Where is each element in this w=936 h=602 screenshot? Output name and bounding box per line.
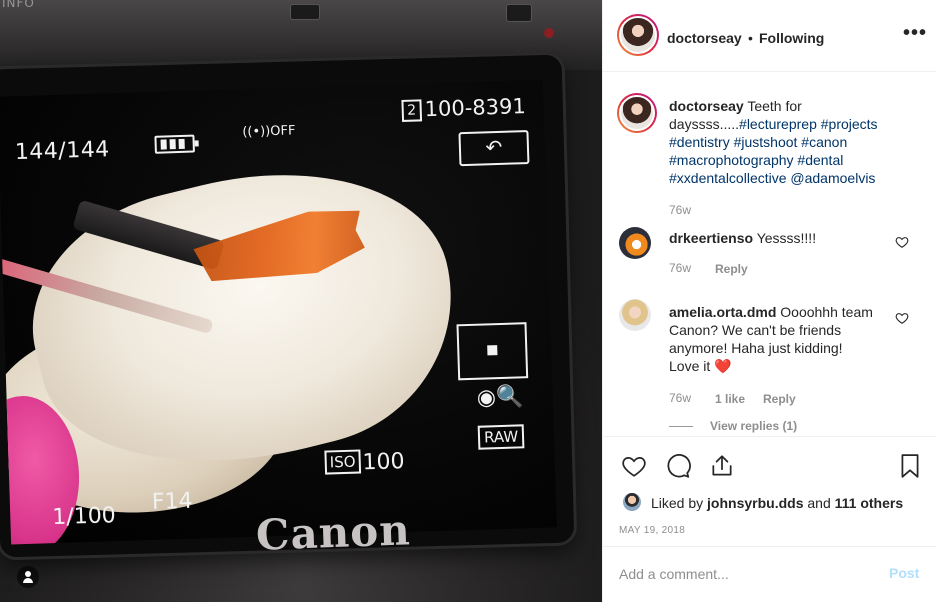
- liker-avatar[interactable]: [623, 493, 641, 511]
- author-avatar[interactable]: [617, 14, 659, 56]
- post-modal: INFO 144/144 ((•))OFF 2 100-8391 ↶ ◉🔍 RAW…: [0, 0, 936, 602]
- comment-text: Love it ❤️: [669, 358, 732, 374]
- post-photo[interactable]: INFO 144/144 ((•))OFF 2 100-8391 ↶ ◉🔍 RAW…: [0, 0, 602, 602]
- file-number-indicator: 2 100-8391: [401, 94, 526, 122]
- iso-value: 100: [362, 449, 405, 476]
- file-number: 100-8391: [424, 94, 527, 122]
- post-date[interactable]: MAY 19, 2018: [619, 525, 685, 536]
- comment-text: Yessss!!!!: [756, 230, 817, 246]
- comments-list[interactable]: doctorseay Teeth for dayssss.....#lectur…: [603, 73, 936, 435]
- camera-info-label: INFO: [2, 0, 35, 10]
- comment-text: Oooohhh team: [780, 304, 873, 320]
- battery-icon: [154, 134, 195, 154]
- comment-text: anymore! Haha just kidding!: [669, 340, 843, 356]
- caption: doctorseay Teeth for dayssss.....#lectur…: [669, 97, 895, 187]
- reply-button[interactable]: Reply: [715, 262, 748, 276]
- reply-button[interactable]: Reply: [763, 392, 796, 406]
- caption-hashtags[interactable]: #dentistry #justshoot #canon: [669, 134, 847, 150]
- folder-index: 2: [401, 99, 423, 122]
- liked-by-prefix: Liked by: [651, 495, 704, 511]
- liked-by-and: and: [807, 495, 831, 511]
- post-comment-button[interactable]: Post: [889, 565, 919, 581]
- raw-label: RAW: [477, 424, 525, 450]
- view-replies-button[interactable]: View replies (1): [710, 419, 797, 433]
- shutter-speed: 1/100: [51, 503, 117, 531]
- comment: drkeertienso Yessss!!!!: [669, 229, 895, 247]
- caption-hashtags[interactable]: #macrophotography #dental: [669, 152, 843, 168]
- caption-time[interactable]: 76w: [669, 203, 691, 217]
- comment-like-icon[interactable]: [895, 311, 909, 325]
- camera-indicator: [544, 28, 554, 38]
- comment-time[interactable]: 76w: [669, 391, 691, 405]
- comment-bubble-icon[interactable]: [665, 453, 691, 479]
- post-actions: Liked by johnsyrbu.dds and 111 others MA…: [603, 436, 936, 546]
- liked-by: Liked by johnsyrbu.dds and 111 others: [651, 495, 903, 511]
- bookmark-icon[interactable]: [897, 453, 923, 479]
- comment-time[interactable]: 76w: [669, 261, 691, 275]
- iso-label: ISO: [324, 449, 361, 475]
- post-header: doctorseay • Following •••: [603, 0, 936, 72]
- camera-button: [506, 4, 532, 22]
- canon-logo: Canon: [255, 505, 412, 560]
- comment-like-icon[interactable]: [895, 235, 909, 249]
- likes-count[interactable]: 111 others: [835, 495, 904, 511]
- caption-avatar[interactable]: [617, 93, 657, 133]
- replies-divider: [669, 426, 693, 427]
- liked-by-username[interactable]: johnsyrbu.dds: [707, 495, 803, 511]
- commenter-avatar[interactable]: [619, 299, 651, 331]
- comment: amelia.orta.dmd Oooohhh team Canon? We c…: [669, 303, 895, 375]
- comment-text: Canon? We can't be friends: [669, 322, 842, 338]
- comment-likes-count[interactable]: 1 like: [715, 392, 745, 406]
- return-icon: ↶: [458, 130, 530, 167]
- author-username[interactable]: doctorseay: [667, 30, 742, 46]
- wifi-off-indicator: ((•))OFF: [242, 123, 296, 140]
- add-comment-bar: Post: [603, 546, 936, 602]
- user-tag-icon[interactable]: [17, 566, 39, 588]
- share-icon[interactable]: [709, 453, 735, 479]
- aperture-value: F14: [151, 488, 193, 516]
- like-heart-icon[interactable]: [621, 453, 647, 479]
- caption-hashtags[interactable]: #lectureprep #projects: [739, 116, 878, 132]
- more-options-icon[interactable]: •••: [903, 22, 927, 45]
- zoom-icon: ◉🔍: [476, 384, 524, 411]
- caption-username[interactable]: doctorseay: [669, 98, 744, 114]
- iso-indicator: ISO 100: [324, 448, 405, 476]
- comment-username[interactable]: amelia.orta.dmd: [669, 304, 776, 320]
- header-separator: •: [748, 30, 753, 46]
- following-button[interactable]: Following: [759, 30, 824, 46]
- post-side-panel: doctorseay • Following ••• doctorseay Te…: [602, 0, 936, 602]
- camera-button: [290, 4, 320, 20]
- caption-hashtags[interactable]: #xxdentalcollective @adamoelvis: [669, 170, 875, 186]
- camera-lcd-screen: 144/144 ((•))OFF 2 100-8391 ↶ ◉🔍 RAW ISO 1…: [0, 79, 557, 545]
- commenter-avatar[interactable]: [619, 227, 651, 259]
- af-point-icon: [456, 322, 529, 381]
- comment-username[interactable]: drkeertienso: [669, 230, 753, 246]
- add-comment-input[interactable]: [619, 563, 869, 585]
- shots-remaining: 144/144: [14, 137, 111, 166]
